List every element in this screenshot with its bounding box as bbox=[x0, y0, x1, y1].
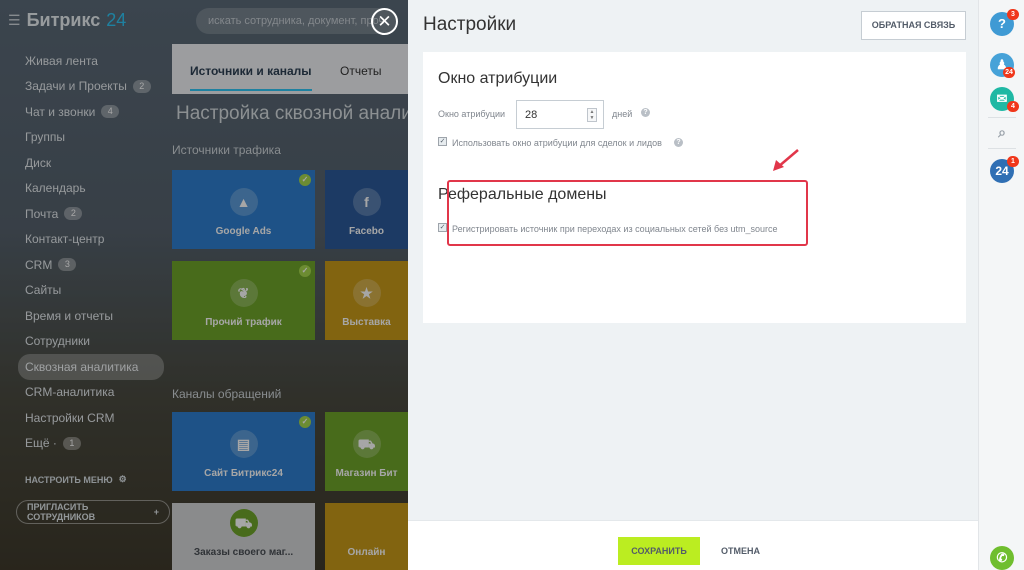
highlight-box bbox=[447, 180, 808, 246]
save-button[interactable]: СОХРАНИТЬ bbox=[618, 537, 700, 565]
pointer-arrow-icon bbox=[773, 149, 799, 171]
notifications-badge: 24 bbox=[1003, 67, 1015, 78]
footer-bar: СОХРАНИТЬ ОТМЕНА bbox=[408, 520, 978, 570]
close-slider-button[interactable]: ✕ bbox=[371, 8, 398, 35]
divider bbox=[988, 148, 1016, 149]
overlay-dim bbox=[0, 0, 408, 570]
phone-button[interactable]: ✆ bbox=[990, 546, 1014, 570]
divider bbox=[988, 117, 1016, 118]
question-icon: ? bbox=[998, 16, 1006, 31]
chat-icon: ✉ bbox=[996, 91, 1008, 106]
search-icon[interactable]: ⌕ bbox=[990, 120, 1014, 144]
use-attribution-checkbox[interactable]: ✓ bbox=[438, 137, 447, 146]
background-portal: ☰ Битрикс 24 Живая лента Задачи и Проект… bbox=[0, 0, 408, 570]
right-rail: ? 3 ♟ 24 ✉ 4 ⌕ 24 1 ✆ bbox=[978, 0, 1024, 570]
attribution-days-value: 28 bbox=[525, 109, 538, 121]
bitrix24-badge: 1 bbox=[1007, 156, 1019, 167]
attribution-days-input[interactable]: 28 ▲ ▼ bbox=[516, 100, 604, 129]
help-hint-icon[interactable]: ? bbox=[641, 108, 650, 117]
days-unit-label: дней bbox=[612, 109, 633, 119]
attribution-heading: Окно атрибуции bbox=[438, 70, 558, 87]
phone-icon: ✆ bbox=[996, 550, 1008, 565]
chat-badge: 4 bbox=[1007, 101, 1019, 112]
use-attribution-label: Использовать окно атрибуции для сделок и… bbox=[452, 138, 662, 148]
feedback-button[interactable]: ОБРАТНАЯ СВЯЗЬ bbox=[861, 11, 966, 40]
settings-slider: Настройки ОБРАТНАЯ СВЯЗЬ Окно атрибуции … bbox=[408, 0, 978, 570]
help-badge: 3 bbox=[1007, 9, 1019, 20]
attribution-field-label: Окно атрибуции bbox=[438, 109, 506, 119]
number-spinner[interactable]: ▲ ▼ bbox=[587, 108, 597, 122]
page-title: Настройки bbox=[423, 14, 517, 35]
spin-down-icon[interactable]: ▼ bbox=[588, 115, 596, 121]
cancel-button[interactable]: ОТМЕНА bbox=[721, 537, 760, 565]
close-icon: ✕ bbox=[377, 12, 392, 31]
help-hint-icon[interactable]: ? bbox=[674, 138, 683, 147]
register-source-checkbox[interactable]: ✓ bbox=[438, 223, 447, 232]
settings-card: Окно атрибуции Окно атрибуции 28 ▲ ▼ дне… bbox=[423, 52, 966, 323]
